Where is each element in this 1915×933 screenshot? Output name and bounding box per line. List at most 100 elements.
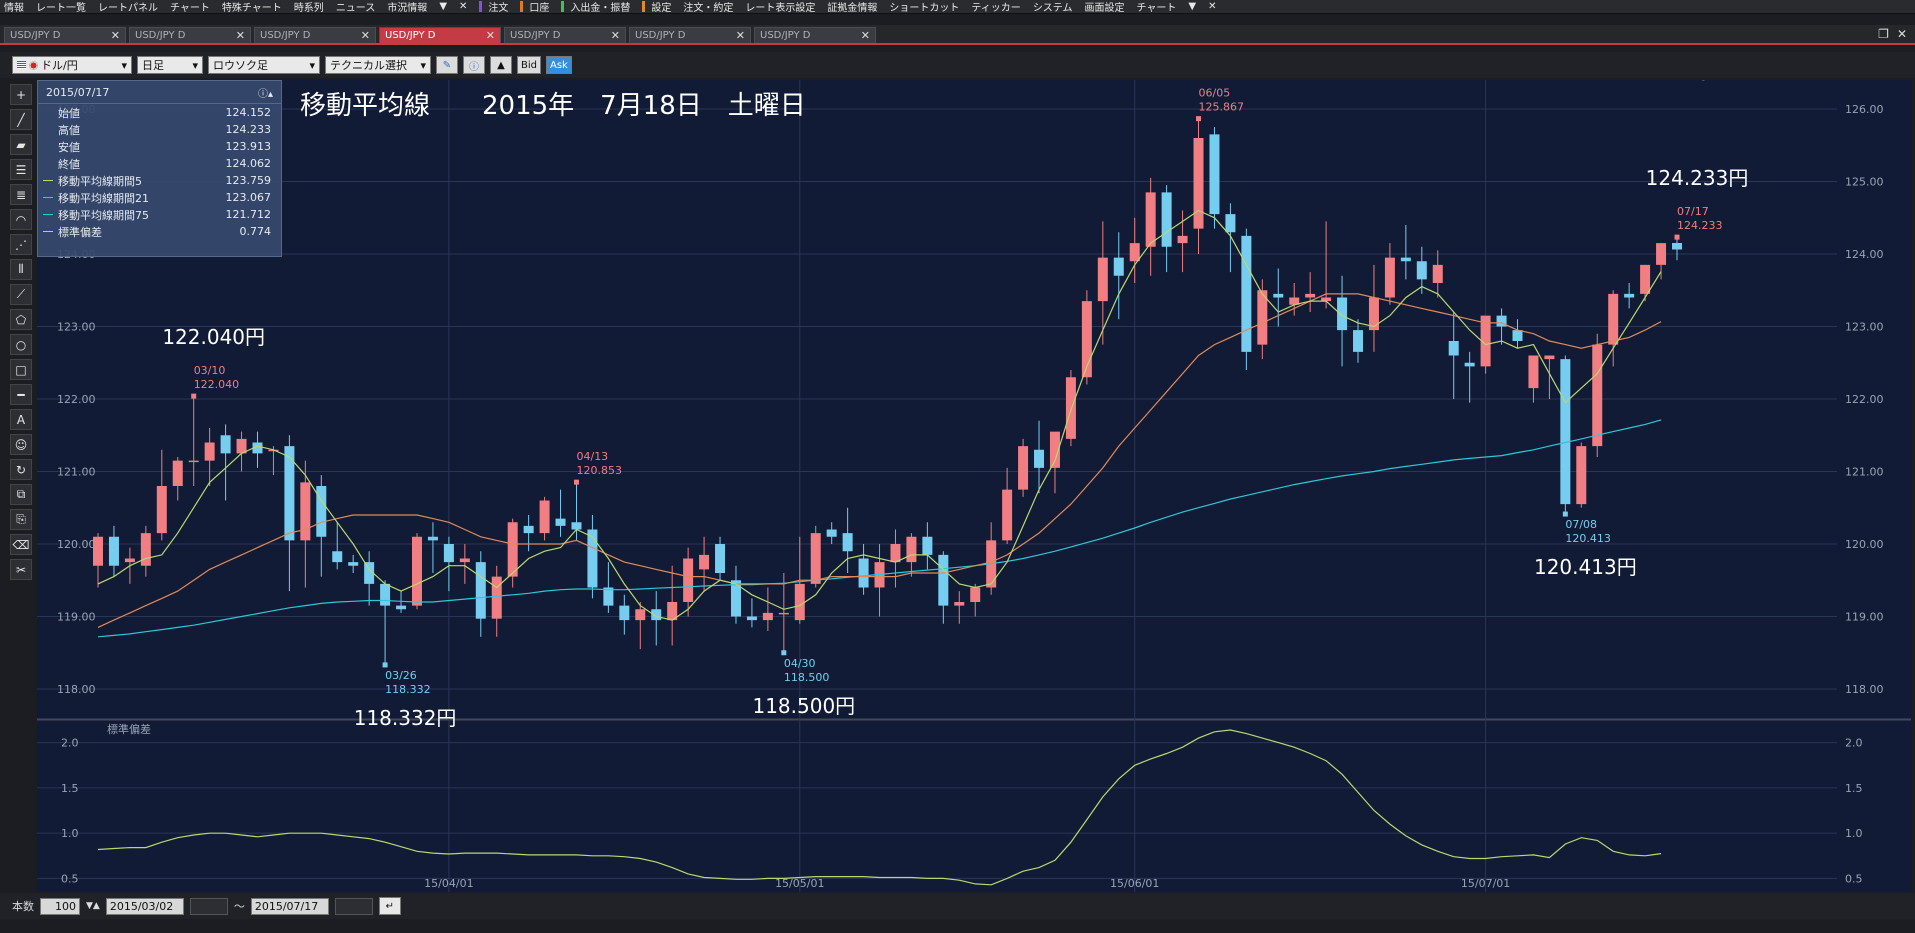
to-time-input[interactable] [334,897,373,915]
candle-body [1002,489,1013,541]
close-tab-icon[interactable]: ✕ [361,29,370,42]
menu-item[interactable]: チャート [1137,0,1177,13]
horizontal-line-icon[interactable]: ━ [10,384,32,405]
candle-body [93,536,103,566]
chart-tab[interactable]: USD/JPY D ✕ [129,27,251,43]
candle-body [348,562,359,566]
extreme-date: 03/26 [385,669,417,682]
circle-icon[interactable]: ○ [10,334,32,355]
menu-item[interactable]: ✕ [1208,1,1216,12]
bid-button[interactable]: Bid [517,56,541,74]
close-window-icon[interactable]: ✕ [1897,27,1907,41]
chart-tab[interactable]: USD/JPY D ✕ [504,27,626,43]
menu-item[interactable]: ✕ [459,1,467,12]
menu-item[interactable]: ショートカット [889,0,959,13]
candle-body [1161,192,1172,247]
chart-tab[interactable]: USD/JPY D ✕ [379,27,501,43]
menu-item[interactable]: 注文 [488,0,508,13]
crosshair-icon[interactable]: + [10,84,32,105]
close-tab-icon[interactable]: ✕ [486,29,495,42]
menu-item[interactable]: ニュース [336,0,376,13]
vertical-lines-icon[interactable]: ⦀ [10,259,32,280]
close-tab-icon[interactable]: ✕ [236,29,245,42]
menu-item[interactable]: 市況情報 [387,0,427,13]
ruler-icon[interactable]: ▰ [10,134,32,155]
tab-label: USD/JPY D [260,30,311,41]
restore-window-icon[interactable]: ❐ [1878,27,1889,41]
period-select[interactable]: 日足 ▾ [137,56,203,74]
eraser-icon[interactable]: ⌫ [10,534,32,555]
rectangle-icon[interactable]: □ [10,359,32,380]
paste-icon[interactable]: ⎘ [10,509,32,530]
gann-fan-icon[interactable]: ⟋ [10,284,32,305]
trendline-icon[interactable]: ╱ [10,109,32,130]
menu-item[interactable]: 入出金・振替 [570,0,630,13]
menu-item[interactable]: ティッカー [971,0,1020,13]
count-input[interactable]: 100 [40,897,80,915]
info-value: 123.913 [225,140,272,153]
candle-body [842,533,853,552]
menu-item[interactable]: 時系列 [294,0,324,13]
menu-item[interactable]: レートパネル [98,0,158,13]
close-tab-icon[interactable]: ✕ [861,29,870,42]
from-time-input[interactable] [189,897,228,915]
clear-all-icon[interactable]: ✂ [10,559,32,580]
to-date-input[interactable]: 2015/07/17 [250,897,329,915]
menu-item[interactable]: チャート [170,0,210,13]
text-icon[interactable]: A [10,409,32,430]
menu-item[interactable]: レート表示設定 [745,0,815,13]
chart-tab[interactable]: USD/JPY D ✕ [754,27,876,43]
y-tick-label-left: 121.00 [57,466,96,479]
menu-item[interactable]: 口座 [529,0,549,13]
info-button[interactable]: ⓘ [463,56,485,74]
series-swatch [43,180,53,181]
chart-tab[interactable]: USD/JPY D ✕ [254,27,376,43]
y-tick-label-left: 119.00 [57,611,96,624]
extreme-date: 04/30 [784,657,816,670]
menu-item[interactable]: 証拠金情報 [827,0,877,13]
menu-item[interactable]: 設定 [651,0,671,13]
candle-body [922,536,933,555]
menu-item[interactable]: ▼ [439,1,447,12]
horizontal-lines-icon[interactable]: ☰ [10,159,32,180]
info-label: 終値 [58,157,80,171]
pentagon-icon[interactable]: ⬠ [10,309,32,330]
stepper-down-icon[interactable]: ▼▲ [86,901,100,911]
info-value: 124.152 [225,106,272,119]
extreme-marker [1196,116,1202,122]
menu-item[interactable]: システム [1033,0,1073,13]
info-collapse-icon[interactable]: ⓘ▴ [258,85,273,100]
smiley-icon[interactable]: ☺ [10,434,32,455]
candle-body [746,616,757,621]
ask-button[interactable]: Ask [546,56,572,74]
fibonacci-arc-icon[interactable]: ◠ [10,209,32,230]
close-tab-icon[interactable]: ✕ [736,29,745,42]
menu-item[interactable]: 画面設定 [1085,0,1125,13]
menu-item[interactable]: 情報 [4,0,24,13]
menu-item[interactable]: ▼ [1188,1,1196,12]
multi-lines-icon[interactable]: ≣ [10,184,32,205]
rotate-icon[interactable]: ↻ [10,459,32,480]
info-icon: ⓘ [469,61,479,73]
price-chart[interactable]: 118.00 118.00 119.00 119.00 120.00 120.00 121.… [37,80,1911,892]
fan-icon[interactable]: ⋰ [10,234,32,255]
menu-item[interactable]: 特殊チャート [222,0,282,13]
from-date-input[interactable]: 2015/03/02 [105,897,184,915]
chart-toolbar: ドル/円 ▾ 日足 ▾ ロウソク足 ▾ テクニカル選択 ▾ ✎ ⓘ ▲ Bid … [0,52,1915,78]
extreme-date: 07/17 [1677,205,1709,218]
chart-tab[interactable]: USD/JPY D ✕ [629,27,751,43]
menu-item[interactable]: レート一覧 [36,0,86,13]
currency-pair-select[interactable]: ドル/円 ▾ [12,56,132,74]
close-tab-icon[interactable]: ✕ [611,29,620,42]
technical-select[interactable]: テクニカル選択 ▾ [325,56,431,74]
copy-icon[interactable]: ⧉ [10,484,32,505]
chart-tab[interactable]: USD/JPY D ✕ [4,27,126,43]
menu-item[interactable]: 注文・約定 [683,0,733,13]
close-tab-icon[interactable]: ✕ [111,29,120,42]
pen-tool-button[interactable]: ✎ [436,56,458,74]
chart-area-button[interactable]: ▲ [490,56,512,74]
extreme-callout: 122.040円 [162,325,265,349]
chart-style-select[interactable]: ロウソク足 ▾ [208,56,320,74]
reset-button[interactable]: ↵ [378,897,401,915]
menu-separator [479,1,483,12]
